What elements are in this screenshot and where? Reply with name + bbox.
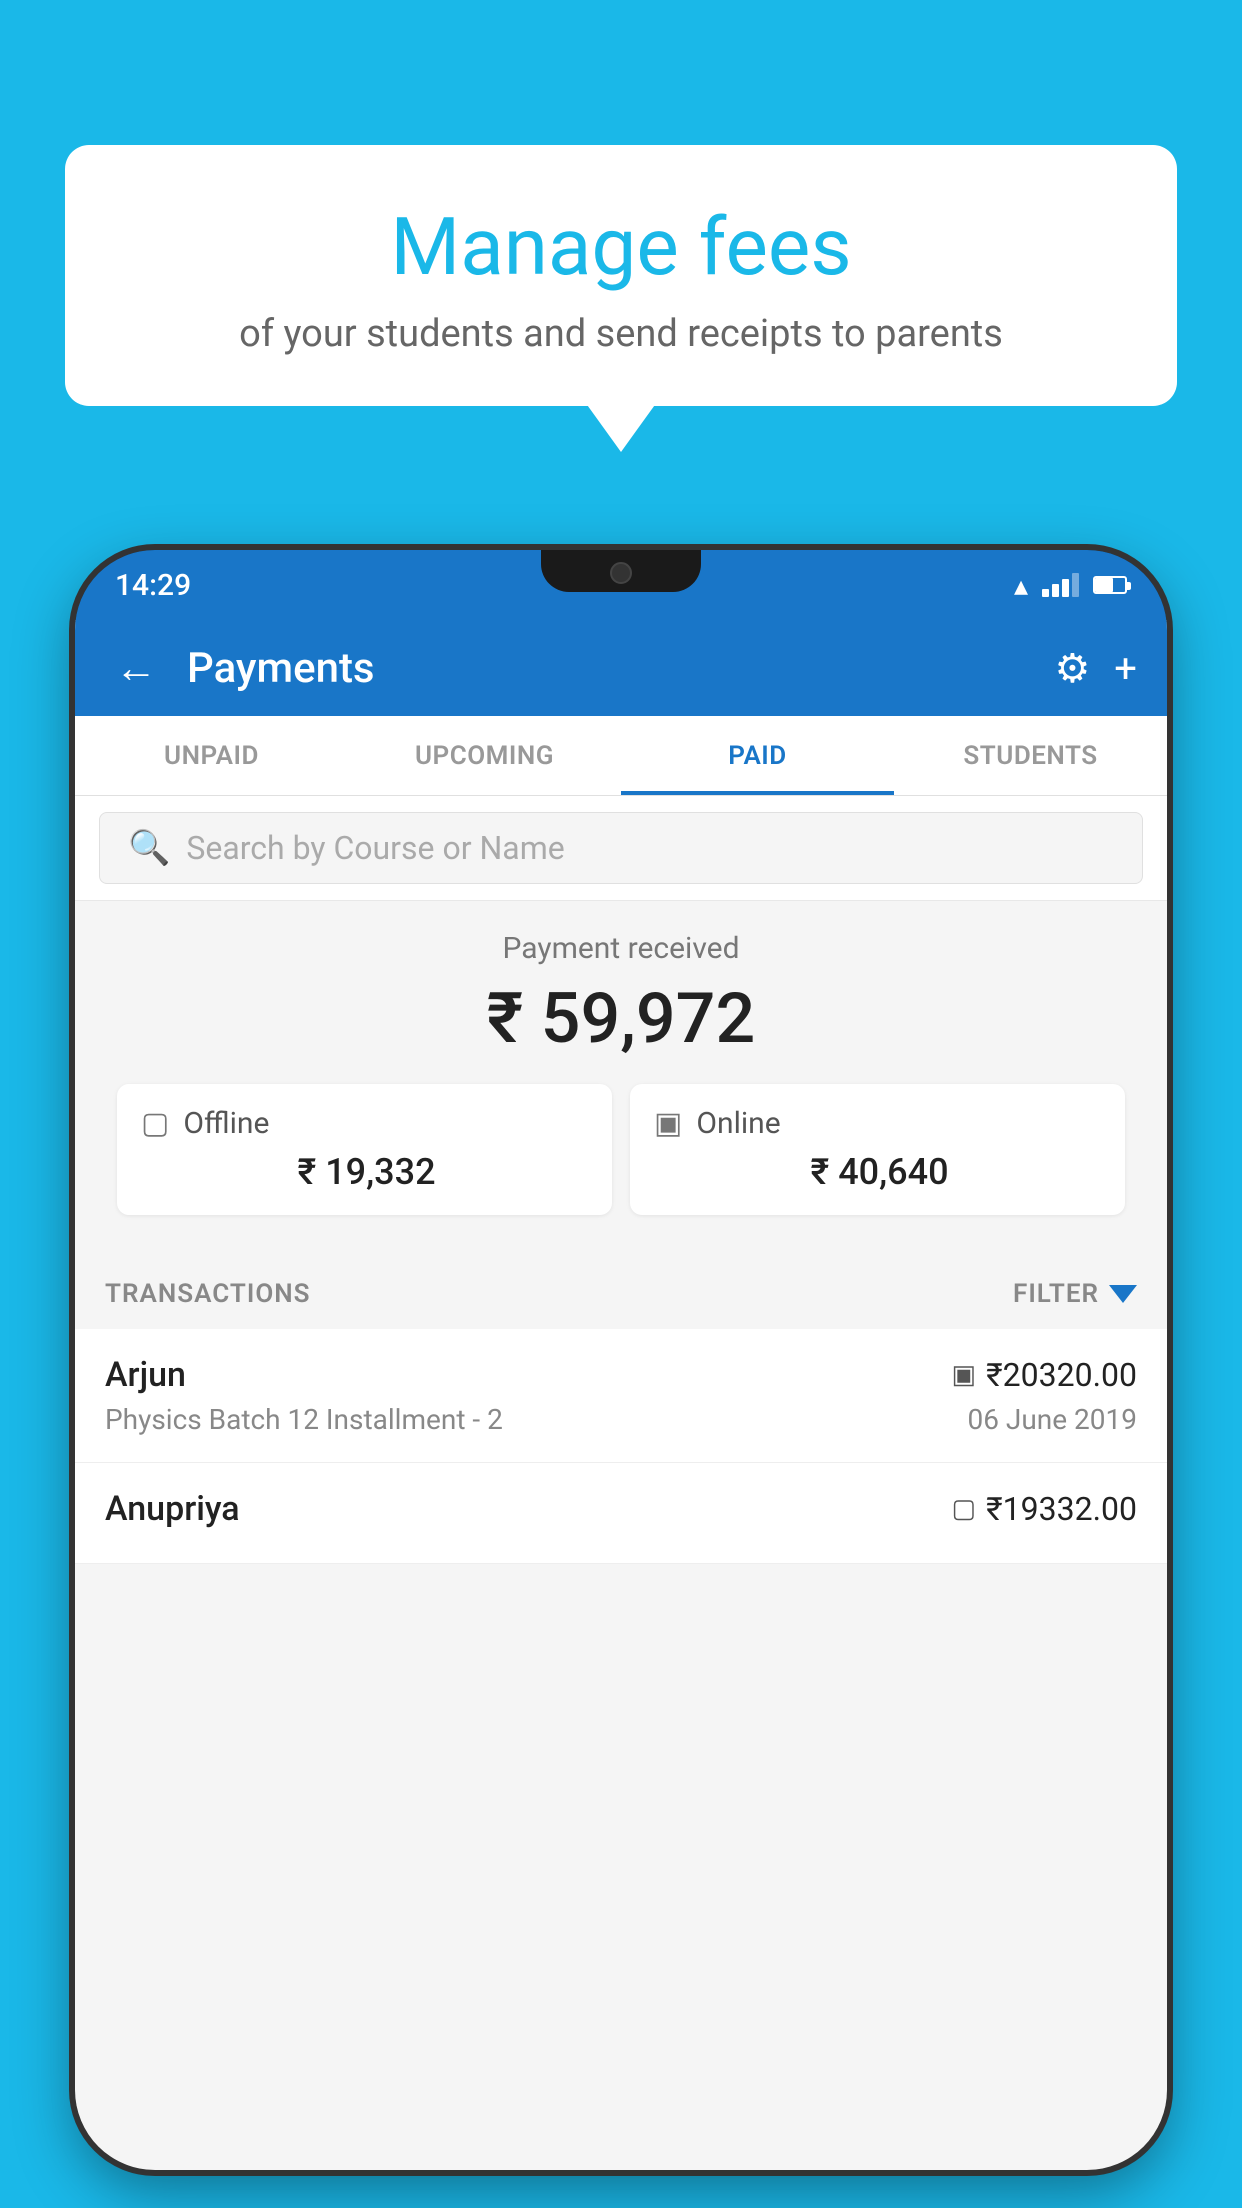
filter-button[interactable]: FILTER	[1013, 1279, 1137, 1309]
search-container: 🔍 Search by Course or Name	[75, 796, 1167, 901]
wifi-icon: ▴	[1014, 569, 1028, 602]
online-label: Online	[696, 1106, 780, 1141]
app-screen: ← Payments ⚙ + UNPAID UPCOMING PAID	[75, 620, 1167, 2170]
filter-icon	[1109, 1285, 1137, 1303]
battery-icon	[1093, 576, 1127, 594]
transaction-list: Arjun ▣ ₹20320.00 Physics Batch 12 Insta…	[75, 1329, 1167, 1564]
offline-card: ▢ Offline ₹ 19,332	[117, 1084, 612, 1215]
payment-received-amount: ₹ 59,972	[99, 978, 1143, 1060]
phone-container: 14:29 ▴ ←	[75, 550, 1167, 2208]
page-title: Payments	[187, 644, 1034, 693]
online-amount: ₹ 40,640	[654, 1151, 1101, 1193]
offline-card-header: ▢ Offline	[141, 1106, 588, 1141]
phone-frame: 14:29 ▴ ←	[75, 550, 1167, 2170]
status-right: ▴	[1014, 569, 1127, 602]
settings-icon[interactable]: ⚙	[1054, 645, 1090, 692]
signal-icon	[1042, 573, 1079, 597]
phone-notch	[541, 550, 701, 592]
transactions-header: TRANSACTIONS FILTER	[75, 1259, 1167, 1329]
offline-label: Offline	[183, 1106, 269, 1141]
top-icons: ⚙ +	[1054, 645, 1137, 692]
table-row[interactable]: Anupriya ▢ ₹19332.00	[75, 1463, 1167, 1564]
phone-camera	[610, 562, 632, 584]
status-time: 14:29	[115, 568, 191, 603]
transaction-name: Anupriya	[105, 1489, 240, 1529]
bubble-subtitle: of your students and send receipts to pa…	[125, 312, 1117, 356]
search-placeholder: Search by Course or Name	[186, 829, 564, 867]
transaction-top-row: Arjun ▣ ₹20320.00	[105, 1355, 1137, 1395]
top-bar: ← Payments ⚙ +	[75, 620, 1167, 716]
transaction-date: 06 June 2019	[967, 1403, 1137, 1436]
transaction-name: Arjun	[105, 1355, 186, 1395]
offline-amount: ₹ 19,332	[141, 1151, 588, 1193]
filter-label: FILTER	[1013, 1279, 1099, 1309]
transaction-amount: ▢ ₹19332.00	[952, 1490, 1137, 1528]
bubble-title: Manage fees	[125, 200, 1117, 294]
payment-cards: ▢ Offline ₹ 19,332 ▣ Online ₹ 40,640	[99, 1084, 1143, 1239]
table-row[interactable]: Arjun ▣ ₹20320.00 Physics Batch 12 Insta…	[75, 1329, 1167, 1463]
tab-paid[interactable]: PAID	[621, 716, 894, 795]
offline-payment-icon: ▢	[141, 1106, 169, 1141]
search-box[interactable]: 🔍 Search by Course or Name	[99, 812, 1143, 884]
payment-summary: Payment received ₹ 59,972 ▢ Offline ₹ 19…	[75, 901, 1167, 1259]
back-button[interactable]: ←	[105, 634, 167, 703]
online-payment-icon: ▣	[654, 1106, 682, 1141]
transactions-label: TRANSACTIONS	[105, 1279, 311, 1309]
transaction-top-row: Anupriya ▢ ₹19332.00	[105, 1489, 1137, 1529]
payment-received-label: Payment received	[99, 931, 1143, 966]
tab-upcoming[interactable]: UPCOMING	[348, 716, 621, 795]
online-card: ▣ Online ₹ 40,640	[630, 1084, 1125, 1215]
transaction-course: Physics Batch 12 Installment - 2	[105, 1403, 503, 1436]
offline-mode-icon: ▢	[952, 1494, 977, 1524]
online-card-header: ▣ Online	[654, 1106, 1101, 1141]
speech-bubble: Manage fees of your students and send re…	[65, 145, 1177, 406]
add-button[interactable]: +	[1114, 645, 1137, 692]
online-mode-icon: ▣	[952, 1360, 977, 1390]
tabs-bar: UNPAID UPCOMING PAID STUDENTS	[75, 716, 1167, 796]
tab-unpaid[interactable]: UNPAID	[75, 716, 348, 795]
search-icon: 🔍	[128, 828, 170, 868]
tab-students[interactable]: STUDENTS	[894, 716, 1167, 795]
transaction-amount: ▣ ₹20320.00	[952, 1356, 1137, 1394]
transaction-bottom-row: Physics Batch 12 Installment - 2 06 June…	[105, 1403, 1137, 1436]
